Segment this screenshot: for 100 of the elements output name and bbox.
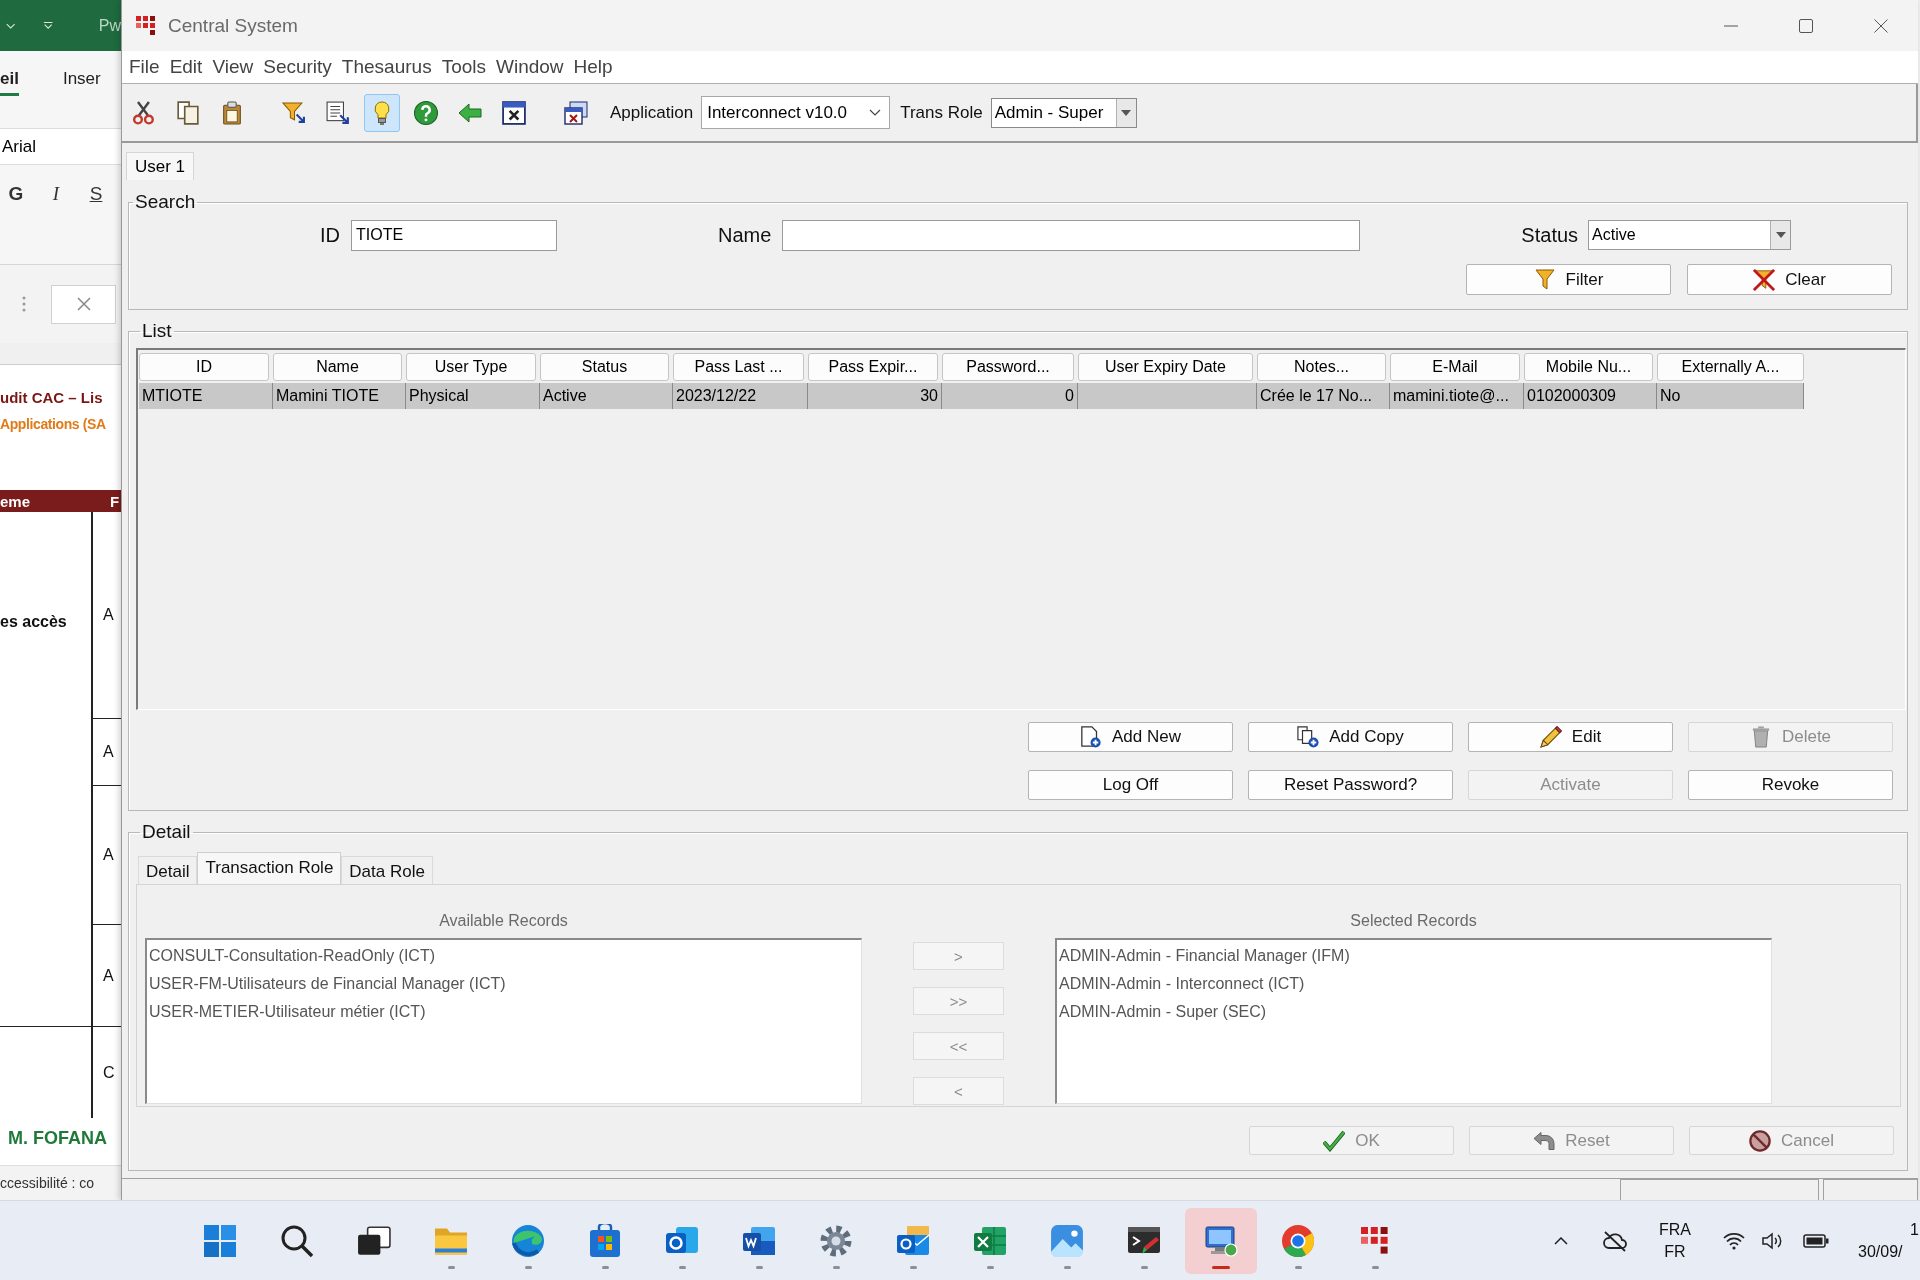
group-label: Detail [141,821,192,843]
window-title: Pw [98,16,121,35]
action-button[interactable]: Filter [1466,264,1671,295]
shopping-bag-icon [588,1223,622,1258]
menu-item[interactable]: Help [568,56,618,78]
clipboard-icon [220,100,244,125]
stacked-windows-icon [564,100,588,125]
column-header[interactable]: User Expiry Date [1078,353,1253,381]
field-label: Trans Role [900,102,983,123]
list-arrow-icon [326,100,350,125]
column-header[interactable]: Mobile Nu... [1524,353,1653,381]
pages-plus-icon [1297,726,1320,748]
column-header[interactable]: Pass Expir... [808,353,938,381]
field-label: Application [610,102,694,123]
application-dropdown[interactable]: Interconnect v10.0 [701,96,891,129]
document-tab[interactable]: User 1 [126,152,195,180]
prohibited-icon [1749,1129,1772,1152]
action-button[interactable]: Log Off [1028,770,1233,800]
tab[interactable]: Transaction Role [197,852,342,884]
sheet-header-cell-text: eme [0,492,32,510]
speaker-icon[interactable] [1761,1231,1783,1250]
column-header[interactable]: ID [139,353,269,381]
action-button[interactable]: Reset Password? [1248,770,1453,800]
format-button[interactable]: I [48,183,64,205]
left-arrow-icon [458,100,482,125]
search-icon [280,1223,314,1258]
menu-item[interactable]: Window [491,56,569,78]
field-label: Name [718,223,772,247]
column-header[interactable]: E-Mail [1390,353,1520,381]
sheet-cell: A [103,606,114,624]
column-header[interactable]: Name [273,353,402,381]
list-item[interactable]: ADMIN-Admin - Interconnect (ICT) [1059,970,1771,998]
ribbon-tab[interactable]: Inser [62,69,101,96]
table-cell: 0102000309 [1524,383,1657,409]
table-cell: 0 [942,383,1078,409]
sheet-cell-text: es accès [0,613,68,631]
wifi-icon[interactable] [1722,1231,1746,1250]
more-icon[interactable] [22,296,26,312]
trans-role-dropdown[interactable]: Admin - Super [990,97,1137,128]
table-cell: Mamini TIOTE [273,383,406,409]
cloud-off-icon[interactable] [1602,1229,1628,1252]
table-row[interactable]: MTIOTE Mamini TIOTE Physical Active 2023/12/22 30 0 Crée le 17 No... mamini.tiote@... 0102000309 No [139,383,1804,409]
table-cell: Active [540,383,673,409]
dropdown-arrow-icon [1775,232,1786,238]
action-button[interactable]: Clear [1687,264,1892,295]
table-cell: mamini.tiote@... [1390,383,1524,409]
menu-item[interactable]: Security [258,56,337,78]
action-button[interactable]: Edit [1468,722,1673,752]
action-button[interactable]: Revoke [1688,770,1893,800]
column-header[interactable]: Notes... [1257,353,1386,381]
input-field[interactable]: TIOTE [351,219,557,251]
dropdown-arrow-icon [1121,109,1132,116]
menu-item[interactable]: Edit [164,56,208,78]
page-plus-icon [1080,726,1102,748]
dropdown-button[interactable] [1115,98,1136,127]
list-item[interactable]: ADMIN-Admin - Financial Manager (IFM) [1059,942,1771,970]
four-squares-icon [203,1223,237,1258]
circle-logo-icon [1281,1223,1315,1258]
action-button[interactable]: Add Copy [1248,722,1453,752]
clock[interactable]: 1 30/09/ [1858,1220,1920,1261]
column-header[interactable]: Pass Last ... [673,353,804,381]
chevron-down-icon [869,109,882,116]
overlapping-squares-icon [357,1223,391,1258]
menu-item[interactable]: Tools [436,56,491,78]
status-dropdown[interactable]: Active [1588,220,1792,250]
format-button[interactable]: S [88,183,104,205]
chevron-down-icon[interactable] [6,22,16,29]
sheet-signature: M. FOFANA [7,1128,108,1149]
menu-item[interactable]: Thesaurus [336,56,437,78]
customize-icon[interactable] [43,21,54,30]
grid-logo-icon [136,15,156,36]
column-header[interactable]: Status [540,353,669,381]
sheet-cell: C [103,1063,115,1082]
scissors-icon [132,100,156,125]
battery-icon[interactable] [1803,1233,1829,1248]
column-header[interactable]: Externally A... [1657,353,1804,381]
format-button[interactable]: G [8,183,24,205]
dropdown-button[interactable] [1770,221,1791,249]
ribbon-tab[interactable]: eil [0,69,19,96]
table-cell: Crée le 17 No... [1257,383,1390,409]
font-name-field[interactable]: Arial [0,128,121,165]
tab[interactable]: Data Role [341,856,433,884]
menu-item[interactable]: File [124,56,165,78]
input-field[interactable] [782,219,1361,251]
list-item[interactable]: USER-METIER-Utilisateur métier (ICT) [149,998,861,1026]
gear-icon [819,1223,853,1258]
group-label: List [141,320,173,342]
list-item[interactable]: CONSULT-Consultation-ReadOnly (ICT) [149,942,861,970]
funnel-x-icon [1753,268,1776,291]
menu-item[interactable]: View [207,56,259,78]
column-header[interactable]: User Type [406,353,536,381]
minimize-icon [1723,24,1738,27]
window-x-icon [502,100,526,125]
column-header[interactable]: Password... [942,353,1074,381]
language-indicator[interactable]: FRA FR [1655,1220,1695,1261]
table-cell: Physical [406,383,540,409]
list-item[interactable]: USER-FM-Utilisateurs de Financial Manager (ICT) [149,970,861,998]
action-button[interactable]: Add New [1028,722,1233,752]
envelope-icon [896,1223,930,1258]
list-item[interactable]: ADMIN-Admin - Super (SEC) [1059,998,1771,1026]
